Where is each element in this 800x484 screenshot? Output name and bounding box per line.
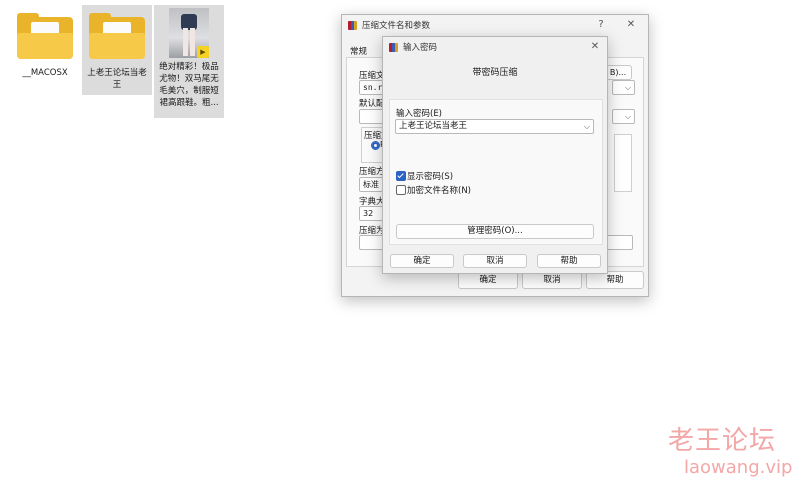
password-input[interactable]: 上老王论坛当老王 ⌵ <box>395 119 594 134</box>
winrar-icon <box>348 20 357 30</box>
file-label: 上老王论坛当老王 <box>87 68 147 90</box>
file-label: __MACOSX <box>22 68 68 78</box>
archive-name-dropdown[interactable]: ⌵ <box>612 80 635 95</box>
video-thumbnail-icon: ▶ <box>169 8 209 58</box>
desktop-file-video[interactable]: ▶ 绝对精彩！极品尤物！双马尾无毛美穴，制服短裙高跟鞋。粗... <box>154 5 224 118</box>
format-radio[interactable] <box>371 141 380 150</box>
play-badge-icon: ▶ <box>197 46 209 58</box>
options-panel <box>614 134 632 192</box>
ok-button[interactable]: 确定 <box>390 254 454 268</box>
default-profile-label: 默认配 <box>359 99 385 109</box>
cancel-button[interactable]: 取消 <box>463 254 527 268</box>
password-label: 输入密码(E) <box>396 109 443 119</box>
desktop-folder-laowang[interactable]: 上老王论坛当老王 <box>82 5 152 95</box>
tab-general[interactable]: 常规 <box>350 45 367 57</box>
browse-button[interactable]: B)... <box>604 65 632 80</box>
titlebar: 输入密码 ✕ <box>383 37 607 57</box>
split-unit-input[interactable] <box>604 235 633 250</box>
help-title-button[interactable]: ? <box>594 18 608 32</box>
folder-icon <box>89 13 145 59</box>
close-button[interactable]: ✕ <box>588 40 602 54</box>
winrar-icon <box>389 42 398 52</box>
close-button[interactable]: ✕ <box>624 18 638 32</box>
watermark-url: laowang.vip <box>684 457 793 478</box>
method-label: 压缩方 <box>359 167 385 177</box>
help-button[interactable]: 帮助 <box>537 254 601 268</box>
file-label: 绝对精彩！极品尤物！双马尾无毛美穴，制服短裙高跟鞋。粗... <box>159 62 219 108</box>
manage-passwords-button[interactable]: 管理密码(O)... <box>396 224 594 239</box>
dialog-heading: 带密码压缩 <box>472 68 518 78</box>
chevron-down-icon: ⌵ <box>624 83 631 92</box>
encrypt-filenames-label: 加密文件名称(N) <box>407 186 471 196</box>
show-password-checkbox[interactable] <box>396 171 406 181</box>
chevron-down-icon: ⌵ <box>583 122 590 131</box>
watermark-logo: 老王论坛 <box>668 426 777 456</box>
window-title: 压缩文件名和参数 <box>362 21 431 31</box>
desktop-file-macosx[interactable]: __MACOSX <box>9 5 81 95</box>
window-title: 输入密码 <box>403 43 438 53</box>
password-dialog: 输入密码 ✕ 带密码压缩 输入密码(E) 上老王论坛当老王 ⌵ 显示密码(S) 加… <box>382 36 608 274</box>
chevron-down-icon: ⌵ <box>624 112 631 121</box>
encrypt-filenames-checkbox[interactable] <box>396 185 406 195</box>
folder-icon <box>17 13 73 59</box>
titlebar: 压缩文件名和参数 ? ✕ <box>342 15 648 35</box>
show-password-label: 显示密码(S) <box>407 172 454 182</box>
update-mode-dropdown[interactable]: ⌵ <box>612 109 635 124</box>
